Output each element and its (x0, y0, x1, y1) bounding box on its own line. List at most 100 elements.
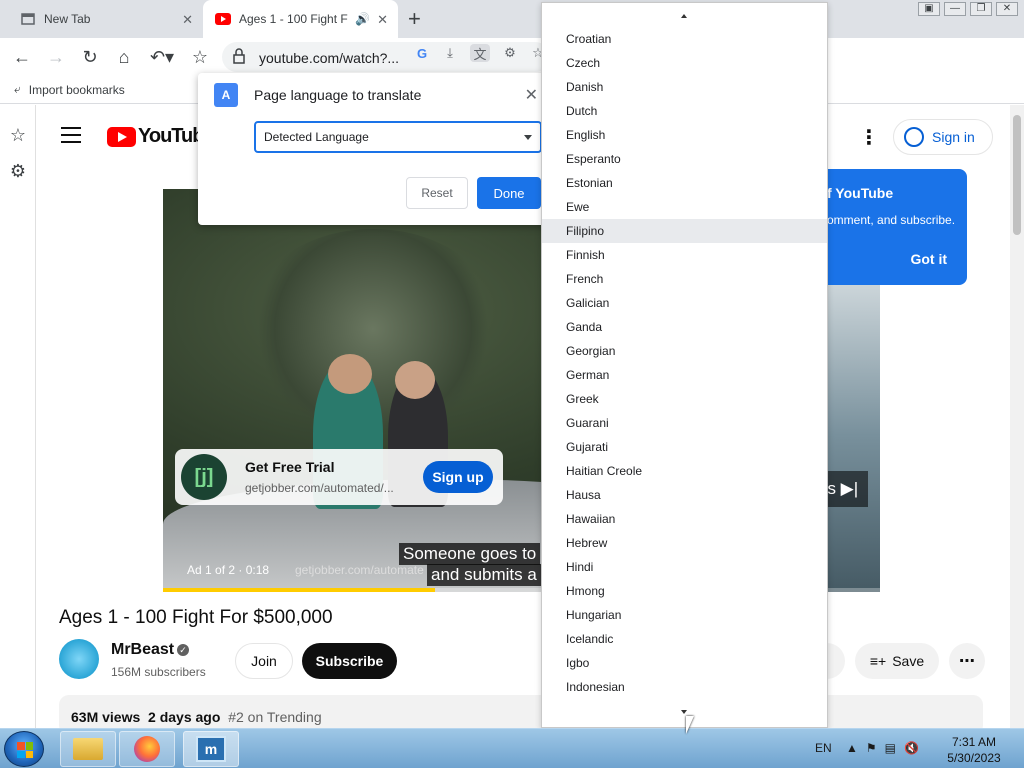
action-center-icon[interactable]: ⚑ (866, 741, 877, 755)
settings-more-icon[interactable]: ⋮ (859, 125, 879, 150)
ad-progress-fill (163, 588, 436, 592)
new-tab-button[interactable]: + (408, 6, 421, 32)
language-option[interactable]: Czech (542, 51, 827, 75)
install-app-icon[interactable]: ⤓ (440, 44, 460, 62)
close-tab-icon[interactable]: ✕ (377, 12, 388, 28)
bookmark-star-icon[interactable]: ☆ (188, 46, 212, 68)
language-option[interactable]: Indonesian (542, 675, 827, 699)
show-hidden-icons-icon[interactable]: ▲ (846, 741, 858, 755)
trending-rank[interactable]: #2 on Trending (228, 709, 321, 725)
taskbar-file-explorer[interactable] (60, 731, 116, 767)
language-option[interactable]: Georgian (542, 339, 827, 363)
favorites-icon[interactable]: ☆ (7, 125, 29, 147)
back-icon[interactable]: ← (10, 46, 34, 68)
volume-icon[interactable]: 🔇 (904, 741, 919, 755)
scroll-down-arrow-icon[interactable] (681, 710, 687, 714)
view-count: 63M views (71, 709, 141, 725)
language-option[interactable]: Gujarati (542, 435, 827, 459)
language-option[interactable]: Esperanto (542, 147, 827, 171)
tab-new-tab[interactable]: New Tab ✕ (8, 0, 203, 38)
language-option[interactable]: Hmong (542, 579, 827, 603)
input-language[interactable]: EN (815, 741, 832, 755)
language-option[interactable]: Filipino (542, 219, 827, 243)
sign-in-button[interactable]: Sign in (893, 119, 993, 155)
close-window-icon[interactable]: ✕ (996, 2, 1018, 16)
language-option[interactable]: Haitian Creole (542, 459, 827, 483)
selected-language: Detected Language (264, 130, 369, 144)
language-option[interactable]: French (542, 267, 827, 291)
language-option[interactable]: Guarani (542, 411, 827, 435)
google-lens-icon[interactable]: G (412, 44, 432, 62)
browser-toolbar: ← → ↻ ⌂ ↶▾ ☆ youtube.com/watch?... G ⤓ 文… (0, 38, 1024, 103)
undo-icon[interactable]: ↶▾ (146, 46, 178, 68)
home-icon[interactable]: ⌂ (112, 46, 136, 68)
ad-sign-up-button[interactable]: Sign up (423, 461, 493, 493)
firefox-icon (134, 736, 160, 762)
close-icon[interactable]: ✕ (525, 85, 538, 105)
extension-puzzle-icon[interactable]: ⚙ (500, 44, 520, 62)
site-info-icon[interactable] (232, 48, 246, 69)
language-option[interactable]: Estonian (542, 171, 827, 195)
ad-overlay-card[interactable]: [j] Get Free Trial getjobber.com/automat… (175, 449, 503, 505)
channel-name[interactable]: MrBeast (111, 641, 174, 659)
subscribe-button[interactable]: Subscribe (302, 643, 397, 679)
taskbar-maxthon[interactable]: m (183, 731, 239, 767)
ad-footer-url[interactable]: getjobber.com/automate (295, 563, 424, 577)
language-option[interactable]: Croatian (542, 27, 827, 51)
done-button[interactable]: Done (477, 177, 541, 209)
reload-icon[interactable]: ↻ (78, 46, 102, 68)
save-button[interactable]: ≡+ Save (855, 643, 939, 679)
language-option[interactable]: Icelandic (542, 627, 827, 651)
language-option[interactable]: Hungarian (542, 603, 827, 627)
url-text: youtube.com/watch?... (259, 50, 400, 66)
taskbar-firefox[interactable] (119, 731, 175, 767)
language-dropdown-list[interactable]: Croatian Czech Danish Dutch English Esperanto… (541, 2, 828, 728)
mouse-cursor (686, 716, 694, 734)
language-option[interactable]: Greek (542, 387, 827, 411)
system-clock[interactable]: 7:31 AM 5/30/2023 (944, 734, 1004, 766)
video-title: Ages 1 - 100 Fight For $500,000 (59, 607, 333, 628)
forward-icon[interactable]: → (44, 46, 68, 68)
language-option[interactable]: Ganda (542, 315, 827, 339)
language-option[interactable]: Finnish (542, 243, 827, 267)
language-option[interactable]: Igbo (542, 651, 827, 675)
import-icon: ⤶ (14, 82, 21, 96)
network-icon[interactable]: ▤ (885, 741, 896, 755)
language-option[interactable]: Hebrew (542, 531, 827, 555)
reset-button[interactable]: Reset (406, 177, 468, 209)
more-actions-icon[interactable]: ⋯ (949, 643, 985, 679)
language-option[interactable]: English (542, 123, 827, 147)
translate-icon[interactable]: 文 (470, 44, 490, 62)
scroll-up-arrow-icon[interactable] (681, 14, 687, 18)
language-option[interactable]: Ewe (542, 195, 827, 219)
channel-avatar[interactable] (59, 639, 99, 679)
scrollbar-thumb[interactable] (1013, 115, 1021, 235)
import-bookmarks-link[interactable]: ⤶ Import bookmarks (14, 82, 125, 97)
restore-icon[interactable]: ❐ (970, 2, 992, 16)
language-option[interactable]: Hausa (542, 483, 827, 507)
folder-icon (73, 738, 103, 760)
guide-menu-icon[interactable] (61, 127, 81, 143)
audio-playing-icon[interactable]: 🔊 (355, 12, 370, 26)
language-option[interactable]: Galician (542, 291, 827, 315)
tab-search-icon[interactable]: ▣ (918, 2, 940, 16)
youtube-play-icon (107, 126, 136, 147)
page-scrollbar[interactable] (1010, 105, 1024, 728)
settings-icon[interactable]: ⚙ (7, 161, 29, 183)
language-select[interactable]: Detected Language (254, 121, 542, 153)
description-box[interactable]: 63M views 2 days ago #2 on Trending (59, 695, 983, 728)
translate-popup: A Page language to translate ✕ Detected … (198, 73, 554, 225)
start-button[interactable] (4, 731, 44, 767)
window-controls: ▣ — ❐ ✕ (918, 2, 1018, 16)
minimize-icon[interactable]: — (944, 2, 966, 16)
language-option[interactable]: Hawaiian (542, 507, 827, 531)
new-tab-icon (20, 11, 36, 27)
got-it-button[interactable]: Got it (910, 251, 947, 267)
tab-youtube-video[interactable]: Ages 1 - 100 Fight F 🔊 ✕ (203, 0, 398, 38)
language-option[interactable]: Dutch (542, 99, 827, 123)
language-option[interactable]: Danish (542, 75, 827, 99)
language-option[interactable]: German (542, 363, 827, 387)
close-tab-icon[interactable]: ✕ (182, 12, 193, 28)
join-button[interactable]: Join (235, 643, 293, 679)
language-option[interactable]: Hindi (542, 555, 827, 579)
